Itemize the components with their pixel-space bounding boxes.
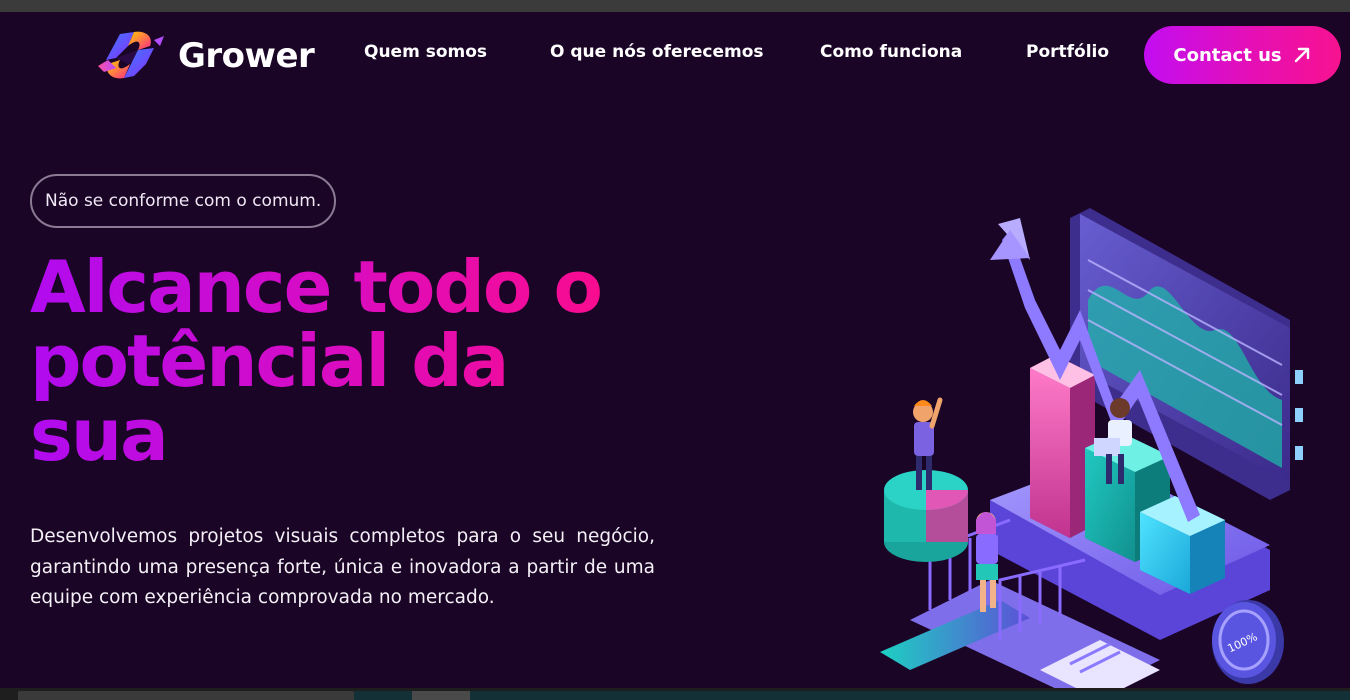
brand-logo[interactable]: Grower [98, 30, 315, 82]
contact-us-button[interactable]: Contact us [1144, 26, 1341, 84]
taskbar-tab-2[interactable] [412, 691, 470, 700]
taskbar-tab-1[interactable] [18, 691, 354, 700]
hero-description: Desenvolvemos projetos visuais completos… [30, 526, 655, 608]
hero-tagline-badge: Não se conforme com o comum. [30, 174, 337, 228]
nav-item-quem-somos[interactable]: Quem somos [364, 42, 487, 62]
percent-coin-badge: 100% [1212, 600, 1284, 684]
hero-headline: Alcance todo o potêncial da sua [30, 250, 650, 472]
nav-item-portfolio[interactable]: Portfólio [1026, 42, 1109, 62]
brand-name: Grower [178, 36, 315, 76]
nav-item-o-que-oferecemos[interactable]: O que nós oferecemos [550, 42, 764, 62]
ribbon-s-logo-icon [98, 31, 164, 79]
arrow-up-right-icon [1294, 47, 1309, 63]
taskbar-strip [354, 691, 1350, 700]
isometric-growth-chart-illustration: 100% [880, 208, 1303, 688]
browser-top-bar [0, 0, 1350, 12]
hero-tagline-text: Não se conforme com o comum. [45, 191, 322, 211]
nav-item-como-funciona[interactable]: Como funciona [820, 42, 962, 62]
browser-bottom-bar [0, 688, 1350, 700]
contact-us-label: Contact us [1173, 44, 1282, 66]
